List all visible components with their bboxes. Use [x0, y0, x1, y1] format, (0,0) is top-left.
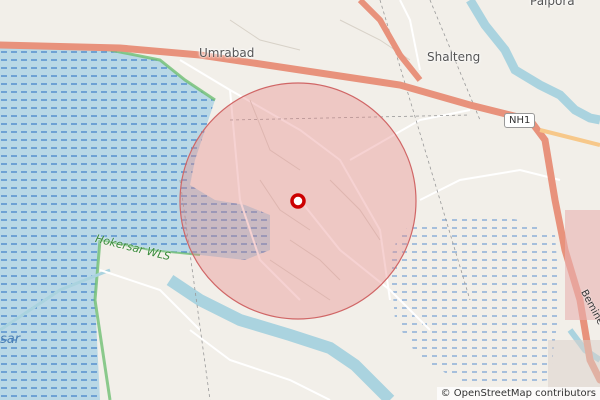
- attribution[interactable]: © OpenStreetMap contributors: [436, 387, 600, 400]
- place-label-umrabad: Umrabad: [199, 46, 255, 60]
- river-north: [466, 0, 600, 125]
- road-shield-nh1: NH1: [504, 113, 536, 128]
- marsh-right: [390, 215, 560, 385]
- location-marker: [290, 193, 306, 209]
- place-label-palpora: Palpora: [530, 0, 575, 8]
- lake-label: sar: [0, 332, 21, 347]
- attribution-text[interactable]: © OpenStreetMap contributors: [441, 388, 596, 399]
- map-base-layer: [0, 0, 600, 400]
- map-canvas[interactable]: Umrabad Shalteng Palpora NH1 Hokersar WL…: [0, 0, 600, 400]
- place-label-shalteng: Shalteng: [427, 50, 481, 64]
